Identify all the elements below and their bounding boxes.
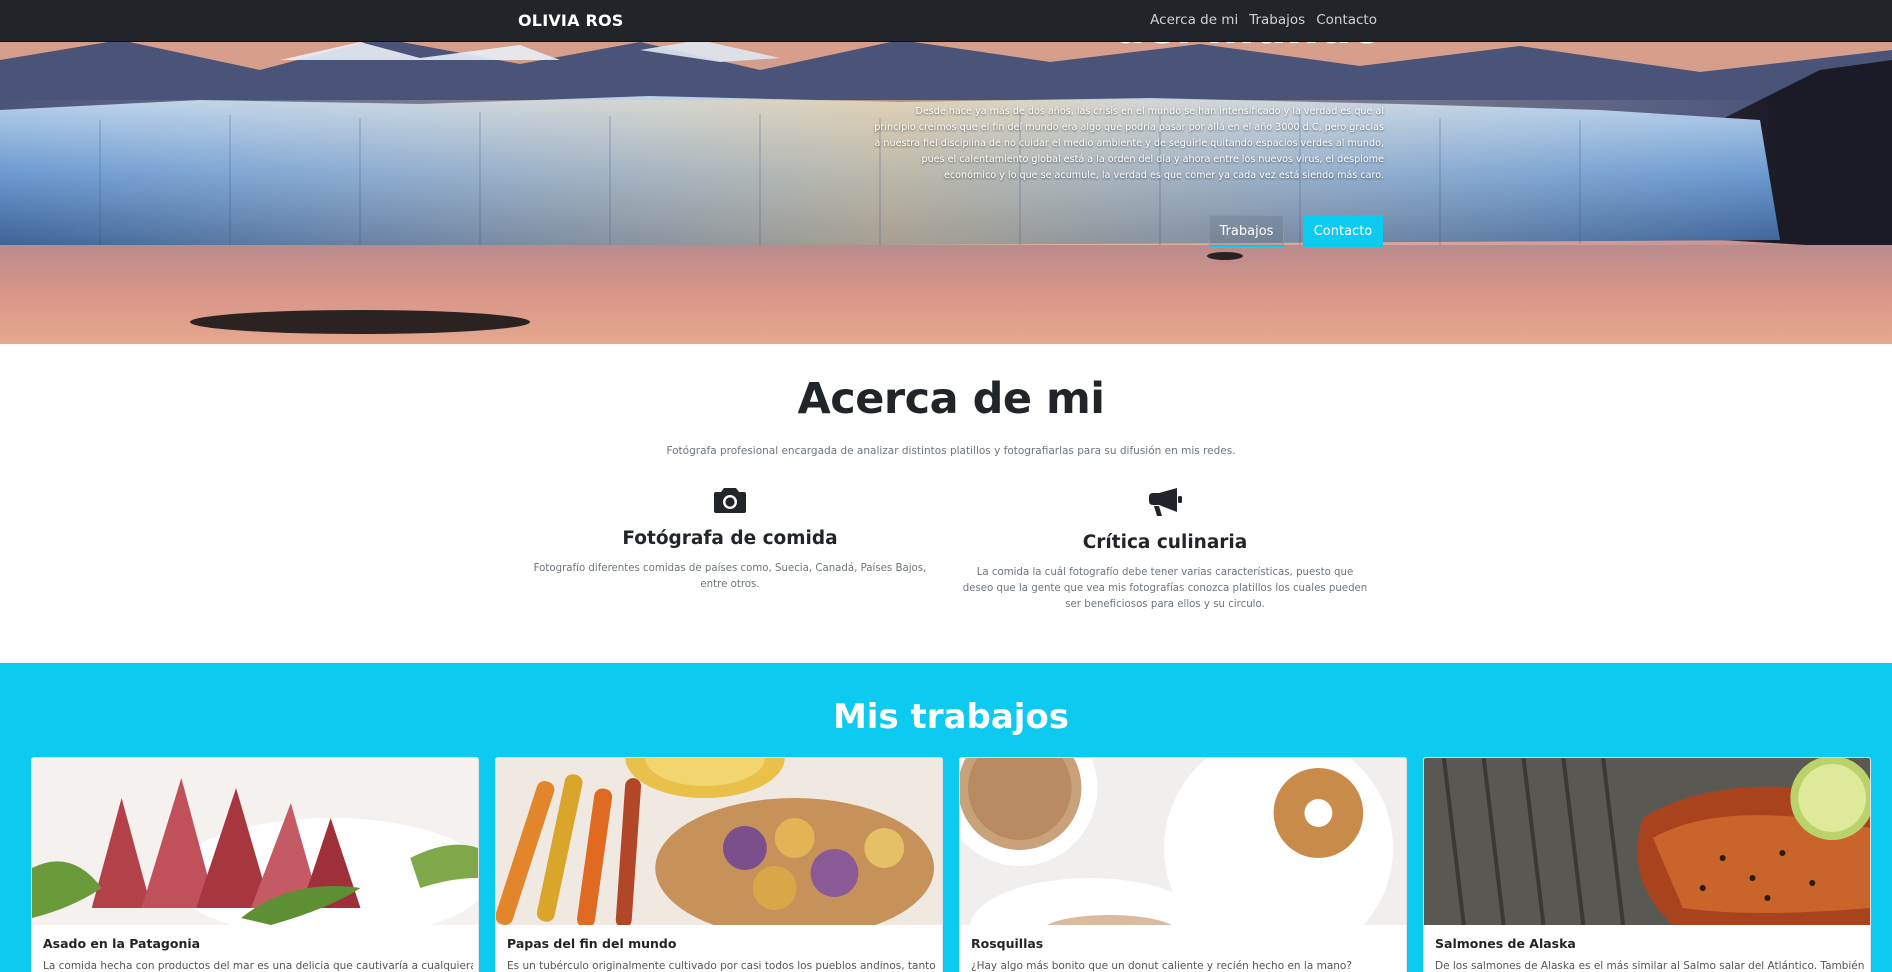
card-image-salmones [1424, 758, 1870, 925]
feature-food-photographer: Fotógrafa de comida Fotografío diferente… [525, 486, 935, 593]
work-card[interactable]: Salmones de Alaska De los salmones de Al… [1423, 757, 1871, 972]
hero-description: Desde hace ya más de dos años, las crisi… [874, 106, 1384, 181]
navbar: OLIVIA ROS Acerca de mi Trabajos Contact… [0, 0, 1892, 42]
card-image-rosquillas [960, 758, 1406, 925]
feature-text: Fotografío diferentes comidas de países … [533, 563, 927, 590]
nav-links: Acerca de mi Trabajos Contacto [1150, 12, 1377, 28]
works-button[interactable]: Trabajos [1209, 215, 1284, 247]
card-text: ¿Hay algo más bonito que un donut calien… [971, 960, 1352, 972]
megaphone-icon [1149, 488, 1182, 516]
works-section: Mis trabajos Asado en la Patagonia La co… [0, 663, 1892, 972]
card-text: De los salmones de Alaska es el más simi… [1435, 960, 1865, 972]
work-card[interactable]: Rosquillas ¿Hay algo más bonito que un d… [959, 757, 1407, 972]
about-subtitle: Fotógrafa profesional encargada de anali… [666, 445, 1236, 457]
about-title: Acerca de mi [797, 374, 1105, 424]
hero-section: del mundo Desde hace ya más de dos años,… [0, 0, 1892, 344]
card-title: Rosquillas [971, 936, 1044, 951]
feature-title: Crítica culinaria [1082, 532, 1248, 553]
card-title: Papas del fin del mundo [507, 936, 677, 951]
nav-link-contact[interactable]: Contacto [1316, 12, 1377, 28]
contact-button[interactable]: Contacto [1303, 215, 1383, 247]
nav-link-works[interactable]: Trabajos [1249, 12, 1305, 28]
work-card[interactable]: Papas del fin del mundo Es un tubérculo … [495, 757, 943, 972]
card-image-asado [32, 758, 478, 925]
card-title: Salmones de Alaska [1435, 936, 1576, 951]
camera-icon [714, 488, 746, 513]
brand-logo[interactable]: OLIVIA ROS [518, 11, 623, 30]
feature-culinary-critic: Crítica culinaria La comida la cuál foto… [960, 486, 1370, 613]
card-title: Asado en la Patagonia [43, 936, 201, 951]
card-text: La comida hecha con productos del mar es… [43, 960, 473, 972]
work-card[interactable]: Asado en la Patagonia La comida hecha co… [31, 757, 479, 972]
nav-link-about[interactable]: Acerca de mi [1150, 12, 1238, 28]
card-text: Es un tubérculo originalmente cultivado … [507, 960, 937, 972]
card-image-papas [496, 758, 942, 925]
feature-text: La comida la cuál fotografío debe tener … [962, 567, 1368, 610]
feature-title: Fotógrafa de comida [622, 528, 838, 549]
works-title: Mis trabajos [832, 697, 1070, 737]
